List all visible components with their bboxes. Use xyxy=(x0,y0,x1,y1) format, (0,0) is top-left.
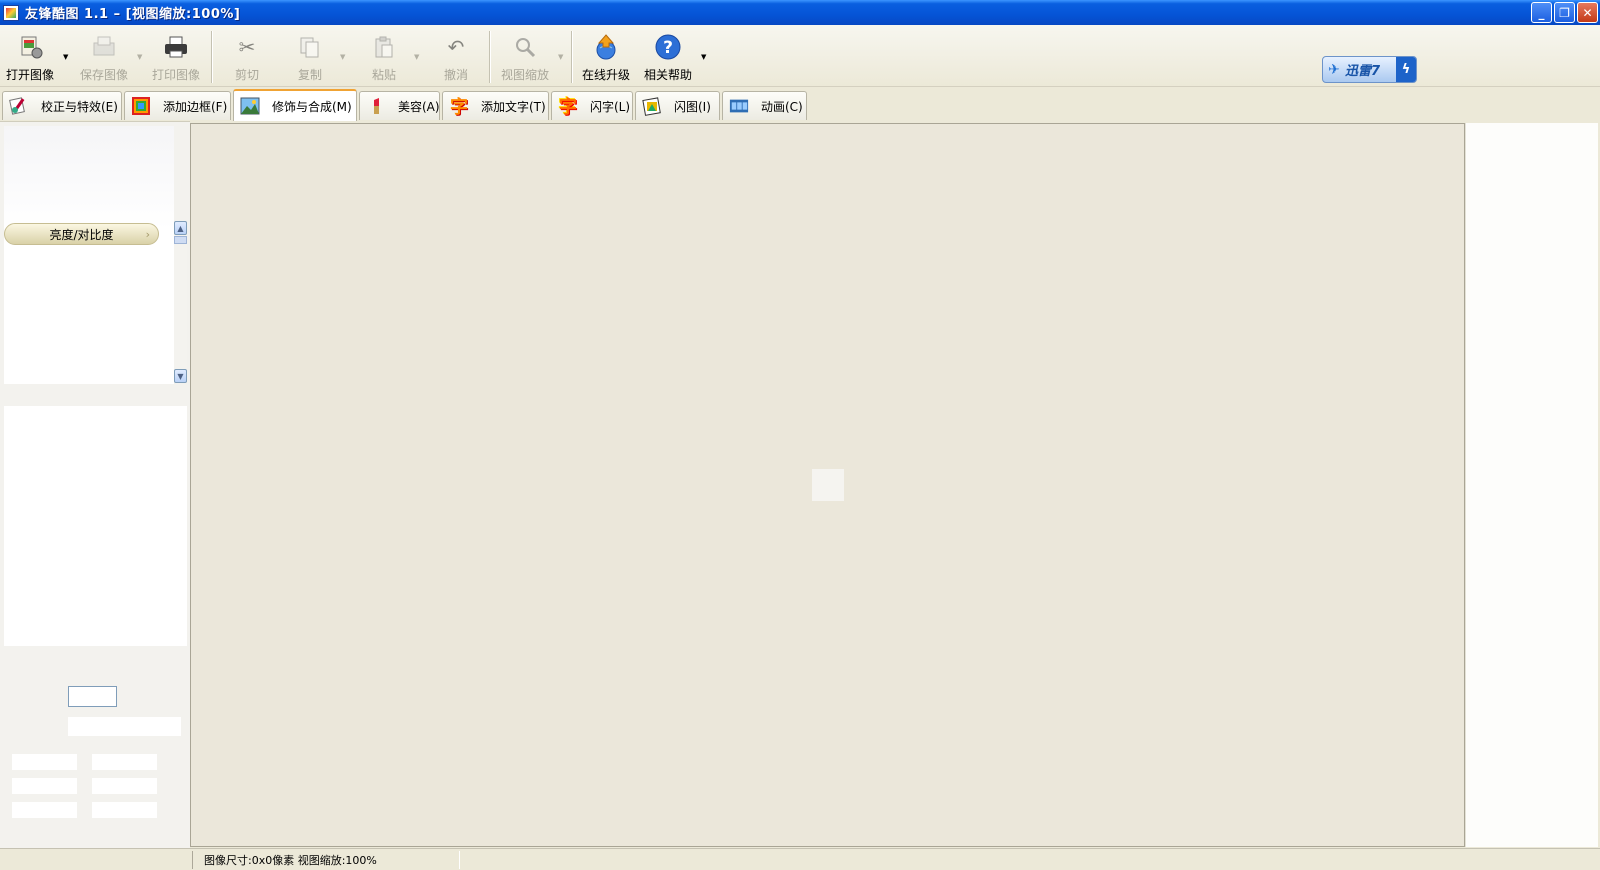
tab-label: 修饰与合成(M) xyxy=(272,99,352,114)
paste-button[interactable]: 粘贴 xyxy=(370,33,398,85)
tab-label: 添加文字(T) xyxy=(481,99,546,114)
help-label: 相关帮助 xyxy=(644,68,693,82)
option-field[interactable] xyxy=(92,778,157,794)
undo-label: 撤消 xyxy=(443,68,468,82)
status-bar: 图像尺寸:0x0像素 视图缩放:100% xyxy=(0,848,1600,870)
undo-icon: ↶ xyxy=(447,35,465,59)
parameter-input[interactable] xyxy=(68,686,117,707)
undo-button[interactable]: ↶ 撤消 xyxy=(442,33,470,85)
left-panel: 亮度/对比度 ▲ ▼ xyxy=(0,121,190,848)
tab-label: 闪字(L) xyxy=(590,99,631,114)
tab-decoration-compose[interactable]: 修饰与合成(M) xyxy=(233,89,357,121)
brightness-contrast-item[interactable]: 亮度/对比度 xyxy=(4,223,159,245)
upgrade-globe-icon xyxy=(592,33,620,61)
cut-label: 剪切 xyxy=(234,68,259,82)
toolbar-separator xyxy=(489,31,491,83)
save-dropdown-arrow-icon[interactable]: ▼ xyxy=(137,53,142,61)
feature-tabs: 校正与特效(E) 添加边框(F) 修饰与合成(M) 美容(A) 字 添加文字(T… xyxy=(0,89,1600,121)
magnifier-icon xyxy=(511,33,539,61)
svg-text:?: ? xyxy=(663,38,673,58)
options-area xyxy=(4,406,187,646)
right-pane xyxy=(1465,123,1598,847)
printer-icon xyxy=(162,33,190,61)
scroll-up-icon[interactable]: ▲ xyxy=(174,221,187,235)
zoom-button[interactable]: 视图缩放 xyxy=(501,33,549,85)
zoom-dropdown-arrow-icon[interactable]: ▼ xyxy=(558,53,563,61)
print-image-button[interactable]: 打印图像 xyxy=(152,33,200,85)
open-image-label: 打开图像 xyxy=(6,68,55,82)
tab-label: 校正与特效(E) xyxy=(41,99,118,114)
function-list-scrollbar[interactable]: ▲ ▼ xyxy=(174,221,187,383)
parameter-slider[interactable] xyxy=(68,717,181,736)
text-icon: 字 xyxy=(450,97,468,118)
scissors-icon: ✂ xyxy=(238,35,256,59)
title-bar: 友锋酷图 1.1 – [视图缩放:100%] _ ❐ ✕ xyxy=(0,0,1600,25)
frame-icon xyxy=(131,96,151,116)
option-field[interactable] xyxy=(92,754,157,770)
tab-label: 添加边框(F) xyxy=(163,99,228,114)
toolbar-separator xyxy=(571,31,573,83)
save-image-icon xyxy=(90,33,118,61)
scroll-down-icon[interactable]: ▼ xyxy=(174,369,187,383)
print-image-label: 打印图像 xyxy=(152,68,201,82)
paste-icon xyxy=(370,33,398,61)
window-title: 友锋酷图 1.1 – [视图缩放:100%] xyxy=(25,7,241,22)
zoom-label: 视图缩放 xyxy=(501,68,550,82)
cut-button[interactable]: ✂ 剪切 xyxy=(233,33,261,85)
tab-flash-text[interactable]: 字 闪字(L) xyxy=(551,91,633,120)
lipstick-icon xyxy=(366,96,386,116)
save-image-label: 保存图像 xyxy=(80,68,129,82)
lightning-icon: ϟ xyxy=(1396,57,1416,82)
help-button[interactable]: ? 相关帮助 xyxy=(644,33,692,85)
window-controls: _ ❐ ✕ xyxy=(1531,2,1598,23)
online-upgrade-label: 在线升级 xyxy=(582,68,631,82)
open-image-icon xyxy=(16,33,44,61)
xunlei-label: 迅雷7 xyxy=(1345,64,1381,79)
help-icon: ? xyxy=(654,33,682,61)
minimize-button[interactable]: _ xyxy=(1531,2,1552,23)
flash-text-icon: 字 xyxy=(559,97,577,118)
option-field[interactable] xyxy=(12,802,77,818)
toolbar-separator xyxy=(211,31,213,83)
copy-button[interactable]: 复制 xyxy=(296,33,324,85)
app-icon xyxy=(3,4,19,21)
tab-beauty[interactable]: 美容(A) xyxy=(359,91,440,120)
paste-label: 粘贴 xyxy=(371,68,396,82)
image-canvas[interactable] xyxy=(190,123,1465,847)
close-button[interactable]: ✕ xyxy=(1577,2,1598,23)
tab-correction-effects[interactable]: 校正与特效(E) xyxy=(2,91,122,120)
tab-label: 闪图(I) xyxy=(674,99,711,114)
restore-button[interactable]: ❐ xyxy=(1554,2,1575,23)
option-field[interactable] xyxy=(12,754,77,770)
option-field[interactable] xyxy=(92,802,157,818)
save-image-button[interactable]: 保存图像 xyxy=(80,33,128,85)
paste-dropdown-arrow-icon[interactable]: ▼ xyxy=(414,53,419,61)
brush-icon xyxy=(9,96,29,116)
tab-label: 美容(A) xyxy=(398,99,440,114)
flash-image-icon xyxy=(642,96,662,116)
tab-flash-image[interactable]: 闪图(I) xyxy=(635,91,720,120)
status-text: 图像尺寸:0x0像素 视图缩放:100% xyxy=(204,854,377,867)
landscape-icon xyxy=(240,96,260,116)
empty-image-placeholder xyxy=(812,469,844,501)
online-upgrade-button[interactable]: 在线升级 xyxy=(582,33,630,85)
tab-add-text[interactable]: 字 添加文字(T) xyxy=(442,91,549,120)
option-field[interactable] xyxy=(12,778,77,794)
help-dropdown-arrow-icon[interactable]: ▼ xyxy=(701,53,706,61)
function-list xyxy=(4,126,174,384)
tab-label: 动画(C) xyxy=(761,99,803,114)
scroll-thumb[interactable] xyxy=(174,236,187,244)
open-image-button[interactable]: 打开图像 xyxy=(6,33,54,85)
copy-icon xyxy=(296,33,324,61)
tab-animation[interactable]: 动画(C) xyxy=(722,91,807,120)
copy-dropdown-arrow-icon[interactable]: ▼ xyxy=(340,53,345,61)
xunlei-ad-button[interactable]: ✈ 迅雷7 ϟ xyxy=(1322,56,1417,83)
tab-add-border[interactable]: 添加边框(F) xyxy=(124,91,231,120)
copy-label: 复制 xyxy=(297,68,322,82)
open-dropdown-arrow-icon[interactable]: ▼ xyxy=(63,53,68,61)
film-icon xyxy=(729,96,749,116)
xunlei-bird-icon: ✈ xyxy=(1328,61,1340,78)
